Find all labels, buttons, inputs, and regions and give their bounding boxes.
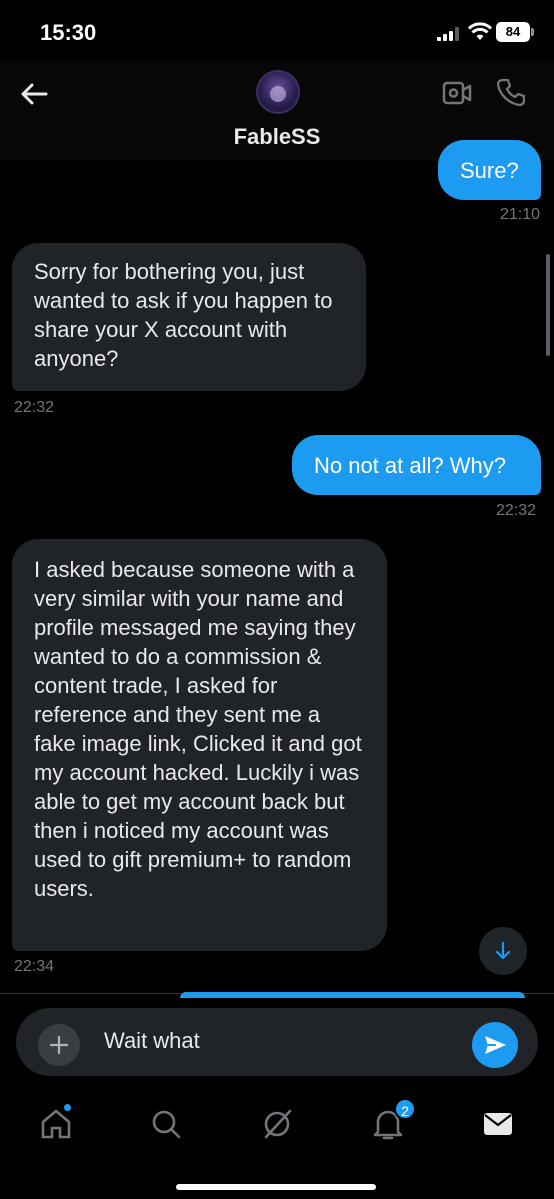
message-timestamp: 22:32 — [496, 502, 537, 519]
unread-dot — [64, 1104, 71, 1111]
message-text: Sure? — [460, 158, 519, 183]
message-bubble-sent[interactable]: No not at all? Why? — [292, 435, 541, 495]
search-icon — [152, 1110, 181, 1139]
plus-icon — [49, 1035, 69, 1055]
status-time: 15:30 — [40, 20, 97, 45]
back-button[interactable] — [18, 78, 50, 110]
message-bubble-received[interactable]: I asked because someone with a very simi… — [12, 539, 387, 951]
message-bubble-sent-partial — [180, 992, 525, 998]
video-call-icon[interactable] — [442, 80, 472, 106]
home-icon — [41, 1109, 71, 1139]
avatar[interactable] — [256, 70, 300, 114]
arrow-down-icon — [495, 941, 511, 960]
tab-messages[interactable] — [478, 1104, 518, 1144]
message-timestamp: 22:32 — [14, 399, 55, 416]
scroll-to-bottom-button[interactable] — [479, 927, 527, 975]
home-indicator — [176, 1184, 376, 1190]
message-composer: Wait what — [16, 1008, 538, 1076]
send-icon — [485, 1036, 506, 1054]
message-timestamp: 21:10 — [500, 206, 541, 223]
message-input[interactable]: Wait what — [104, 1028, 200, 1054]
scrollbar[interactable] — [546, 254, 550, 356]
phone-icon[interactable] — [497, 78, 525, 106]
tab-home[interactable] — [36, 1104, 76, 1144]
add-media-button[interactable] — [38, 1024, 80, 1066]
message-text: I asked because someone with a very simi… — [34, 557, 362, 901]
messages-icon — [484, 1113, 512, 1135]
notification-badge: 2 — [394, 1098, 416, 1120]
battery-indicator: 84 — [496, 22, 530, 42]
cellular-signal-icon — [437, 27, 459, 41]
message-timestamp: 22:34 — [14, 958, 55, 975]
battery-cap — [531, 28, 534, 36]
message-text: Sorry for bothering you, just wanted to … — [34, 259, 333, 371]
tab-search[interactable] — [146, 1104, 186, 1144]
wifi-icon — [468, 22, 492, 40]
status-bar: 15:30 84 — [0, 0, 554, 60]
send-button[interactable] — [472, 1022, 518, 1068]
message-bubble-sent[interactable]: Sure? — [438, 140, 541, 200]
message-bubble-received[interactable]: Sorry for bothering you, just wanted to … — [12, 243, 366, 391]
tab-grok[interactable] — [257, 1104, 297, 1144]
bottom-tab-bar: 2 — [0, 1090, 554, 1199]
grok-icon — [264, 1109, 292, 1139]
message-text: No not at all? Why? — [314, 453, 506, 478]
back-arrow-icon — [21, 83, 48, 105]
